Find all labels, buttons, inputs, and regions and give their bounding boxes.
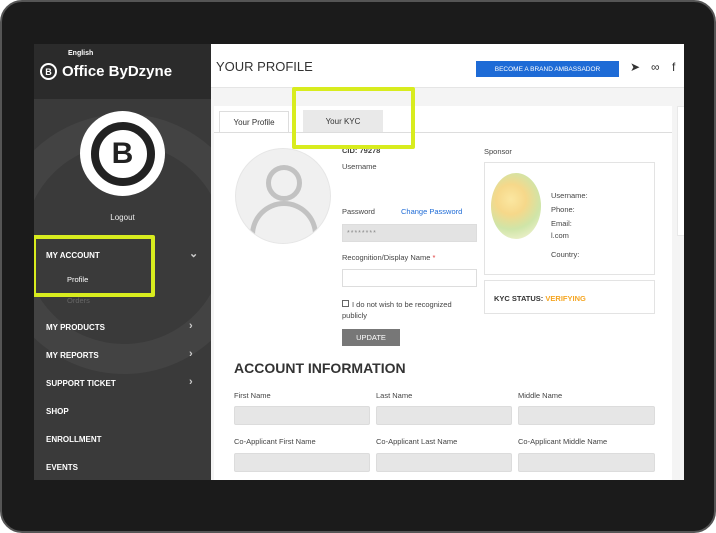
sidebar-item-enrollment[interactable]: ENROLLMENT [34,428,211,450]
display-name-label: Recognition/Display Name * [342,253,435,262]
brand-icon: B [40,63,57,80]
chevron-down-icon: ⌄ [189,248,199,260]
password-label: Password [342,207,375,216]
sidebar-item-shop[interactable]: SHOP [34,400,211,422]
kyc-status-card: KYC STATUS: VERIFYING [484,280,655,314]
required-mark: * [432,253,436,262]
change-password-link[interactable]: Change Password [401,207,462,216]
middle-name-label: Middle Name [518,391,563,400]
side-panel [677,106,684,236]
account-information-title: ACCOUNT INFORMATION [234,360,406,376]
vk-icon[interactable]: ∞ [651,60,660,74]
sidebar-item-label: SUPPORT TICKET [46,378,116,388]
brand-name: Office ByDzyne [62,63,173,80]
co-applicant-first-name-label: Co-Applicant First Name [234,437,316,446]
sidebar-item-label: EVENTS [46,462,79,472]
display-name-label-text: Recognition/Display Name [342,253,431,262]
sidebar-item-my-products[interactable]: MY PRODUCTS › [34,316,211,338]
sidebar-item-label: MY PRODUCTS [46,322,105,332]
sponsor-country: Country: [551,250,580,259]
co-applicant-middle-name-input[interactable] [518,453,655,472]
sidebar-subitem-orders[interactable]: Orders [67,296,90,305]
sponsor-avatar [491,173,541,239]
main-content: YOUR PROFILE BECOME A BRAND AMBASSADOR ➤… [211,44,684,480]
last-name-label: Last Name [376,391,413,400]
facebook-icon[interactable]: f [672,60,675,74]
language-selector[interactable]: English [68,50,93,57]
app-screen: English B Office ByDzyne B Logout MY ACC… [34,44,684,480]
middle-name-input[interactable] [518,406,655,425]
sponsor-email-value: l.com [551,231,569,240]
logout-link[interactable]: Logout [34,213,211,222]
update-button[interactable]: UPDATE [342,329,400,346]
sidebar-header: English B Office ByDzyne [34,44,211,99]
co-applicant-last-name-label: Co-Applicant Last Name [376,437,458,446]
recognition-opt-out-label: I do not wish to be recognized publicly [342,300,452,320]
sponsor-username: Username: [551,191,588,200]
sidebar-item-my-reports[interactable]: MY REPORTS › [34,344,211,366]
kyc-tab-highlight [292,87,415,149]
first-name-label: First Name [234,391,271,400]
top-bar: YOUR PROFILE BECOME A BRAND AMBASSADOR ➤… [211,44,684,88]
chevron-right-icon: › [189,376,193,388]
page-title: YOUR PROFILE [216,59,313,74]
sponsor-phone: Phone: [551,205,575,214]
last-name-input[interactable] [376,406,512,425]
brand-logo[interactable]: B Office ByDzyne [40,63,172,80]
kyc-status: KYC STATUS: VERIFYING [494,294,586,303]
tab-divider [214,132,672,133]
display-name-input[interactable] [342,269,477,287]
sidebar-item-support-ticket[interactable]: SUPPORT TICKET › [34,372,211,394]
sidebar-item-label: SHOP [46,406,69,416]
sidebar-item-label: ENROLLMENT [46,434,102,444]
sponsor-title: Sponsor [484,147,512,156]
user-head-icon [266,165,302,201]
logo-mark: B [90,121,155,186]
kyc-status-label: KYC STATUS: [494,294,544,303]
sidebar-item-events[interactable]: EVENTS [34,456,211,478]
co-applicant-first-name-input[interactable] [234,453,370,472]
company-logo: B [80,111,165,196]
password-field[interactable]: ******** [342,224,477,242]
my-account-highlight [34,235,155,297]
co-applicant-last-name-input[interactable] [376,453,512,472]
first-name-input[interactable] [234,406,370,425]
password-value: ******** [347,230,377,237]
user-body-icon [250,201,318,243]
profile-avatar[interactable] [235,148,331,244]
username-label: Username [342,162,377,171]
co-applicant-middle-name-label: Co-Applicant Middle Name [518,437,608,446]
sidebar-item-label: MY REPORTS [46,350,99,360]
sponsor-card: Username: Phone: Email: l.com Country: [484,162,655,275]
telegram-icon[interactable]: ➤ [630,60,640,74]
kyc-status-value: VERIFYING [545,294,586,303]
become-ambassador-button[interactable]: BECOME A BRAND AMBASSADOR [476,61,619,77]
tab-your-profile[interactable]: Your Profile [219,111,289,132]
sponsor-email: Email: [551,219,572,228]
chevron-right-icon: › [189,320,193,332]
chevron-right-icon: › [189,348,193,360]
